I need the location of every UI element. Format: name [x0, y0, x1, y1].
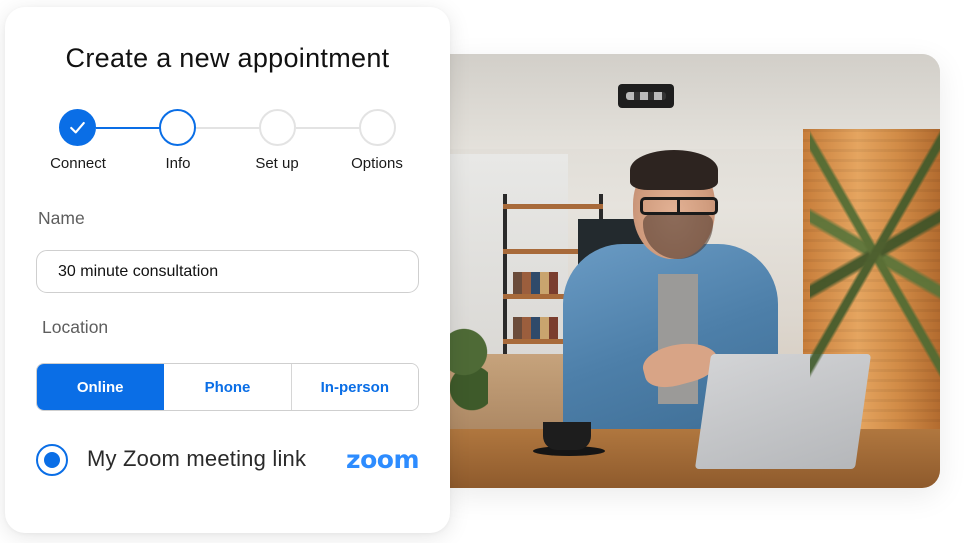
step-info[interactable]: [159, 109, 196, 146]
photo-plant-right: [810, 64, 940, 444]
card-title: Create a new appointment: [65, 43, 390, 73]
check-icon: [70, 121, 85, 134]
location-segmented-control: Online Phone In-person: [36, 363, 419, 411]
step-connector-1: [96, 127, 162, 129]
radio-selected-dot: [43, 451, 60, 468]
photo-plant-left: [448, 304, 488, 424]
zoom-link-radio[interactable]: [36, 444, 68, 476]
name-label: Name: [38, 208, 85, 228]
step-label-info: Info: [165, 155, 191, 172]
photo-person-hair: [630, 150, 718, 190]
photo-ceiling-lamp: [618, 84, 674, 108]
step-label-connect: Connect: [50, 155, 106, 172]
progress-stepper: Connect Info Set up Options: [5, 109, 450, 179]
photo-coffee-cup: [543, 422, 591, 450]
step-connector-3: [296, 127, 362, 129]
location-phone-button[interactable]: Phone: [164, 364, 292, 410]
location-in-person-button[interactable]: In-person: [291, 364, 418, 410]
photo-person-glasses: [640, 197, 718, 215]
name-input[interactable]: [36, 250, 419, 293]
step-options[interactable]: [359, 109, 396, 146]
appointment-card: Create a new appointment Connect Info Se…: [5, 7, 450, 533]
location-online-button[interactable]: Online: [37, 364, 165, 410]
location-label: Location: [42, 317, 109, 337]
step-connector-2: [196, 127, 262, 129]
zoom-link-option[interactable]: My Zoom meeting link zoom: [36, 443, 419, 477]
zoom-logo-icon: zoom: [346, 445, 419, 474]
step-connect[interactable]: [59, 109, 96, 146]
hero-photo: [448, 54, 940, 488]
step-set-up[interactable]: [259, 109, 296, 146]
zoom-link-label[interactable]: My Zoom meeting link: [87, 446, 306, 472]
step-label-set-up: Set up: [255, 155, 299, 172]
step-label-options: Options: [351, 155, 403, 172]
